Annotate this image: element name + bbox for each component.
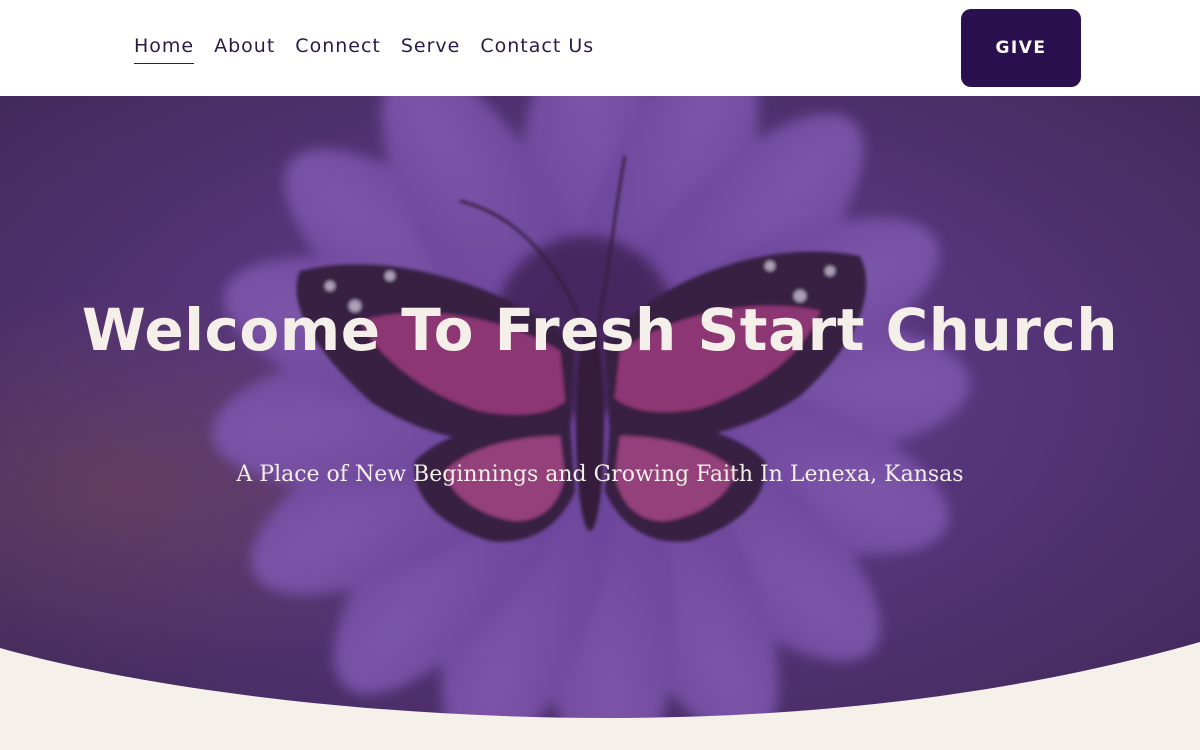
hero-title: Welcome To Fresh Start Church bbox=[81, 296, 1119, 364]
nav-item-contact-us[interactable]: Contact Us bbox=[480, 33, 594, 64]
nav-item-serve[interactable]: Serve bbox=[401, 33, 461, 64]
main-nav: Home About Connect Serve Contact Us bbox=[134, 33, 614, 64]
hero-overlay bbox=[0, 96, 1200, 750]
give-button[interactable]: GIVE bbox=[961, 9, 1081, 87]
hero-subtitle: A Place of New Beginnings and Growing Fa… bbox=[236, 462, 964, 487]
nav-item-home[interactable]: Home bbox=[134, 33, 195, 64]
hero-section: Welcome To Fresh Start Church A Place of… bbox=[0, 96, 1200, 750]
nav-item-connect[interactable]: Connect bbox=[295, 33, 381, 64]
page: Home About Connect Serve Contact Us GIVE bbox=[0, 0, 1200, 750]
nav-item-about[interactable]: About bbox=[214, 33, 275, 64]
site-header: Home About Connect Serve Contact Us GIVE bbox=[0, 0, 1200, 96]
